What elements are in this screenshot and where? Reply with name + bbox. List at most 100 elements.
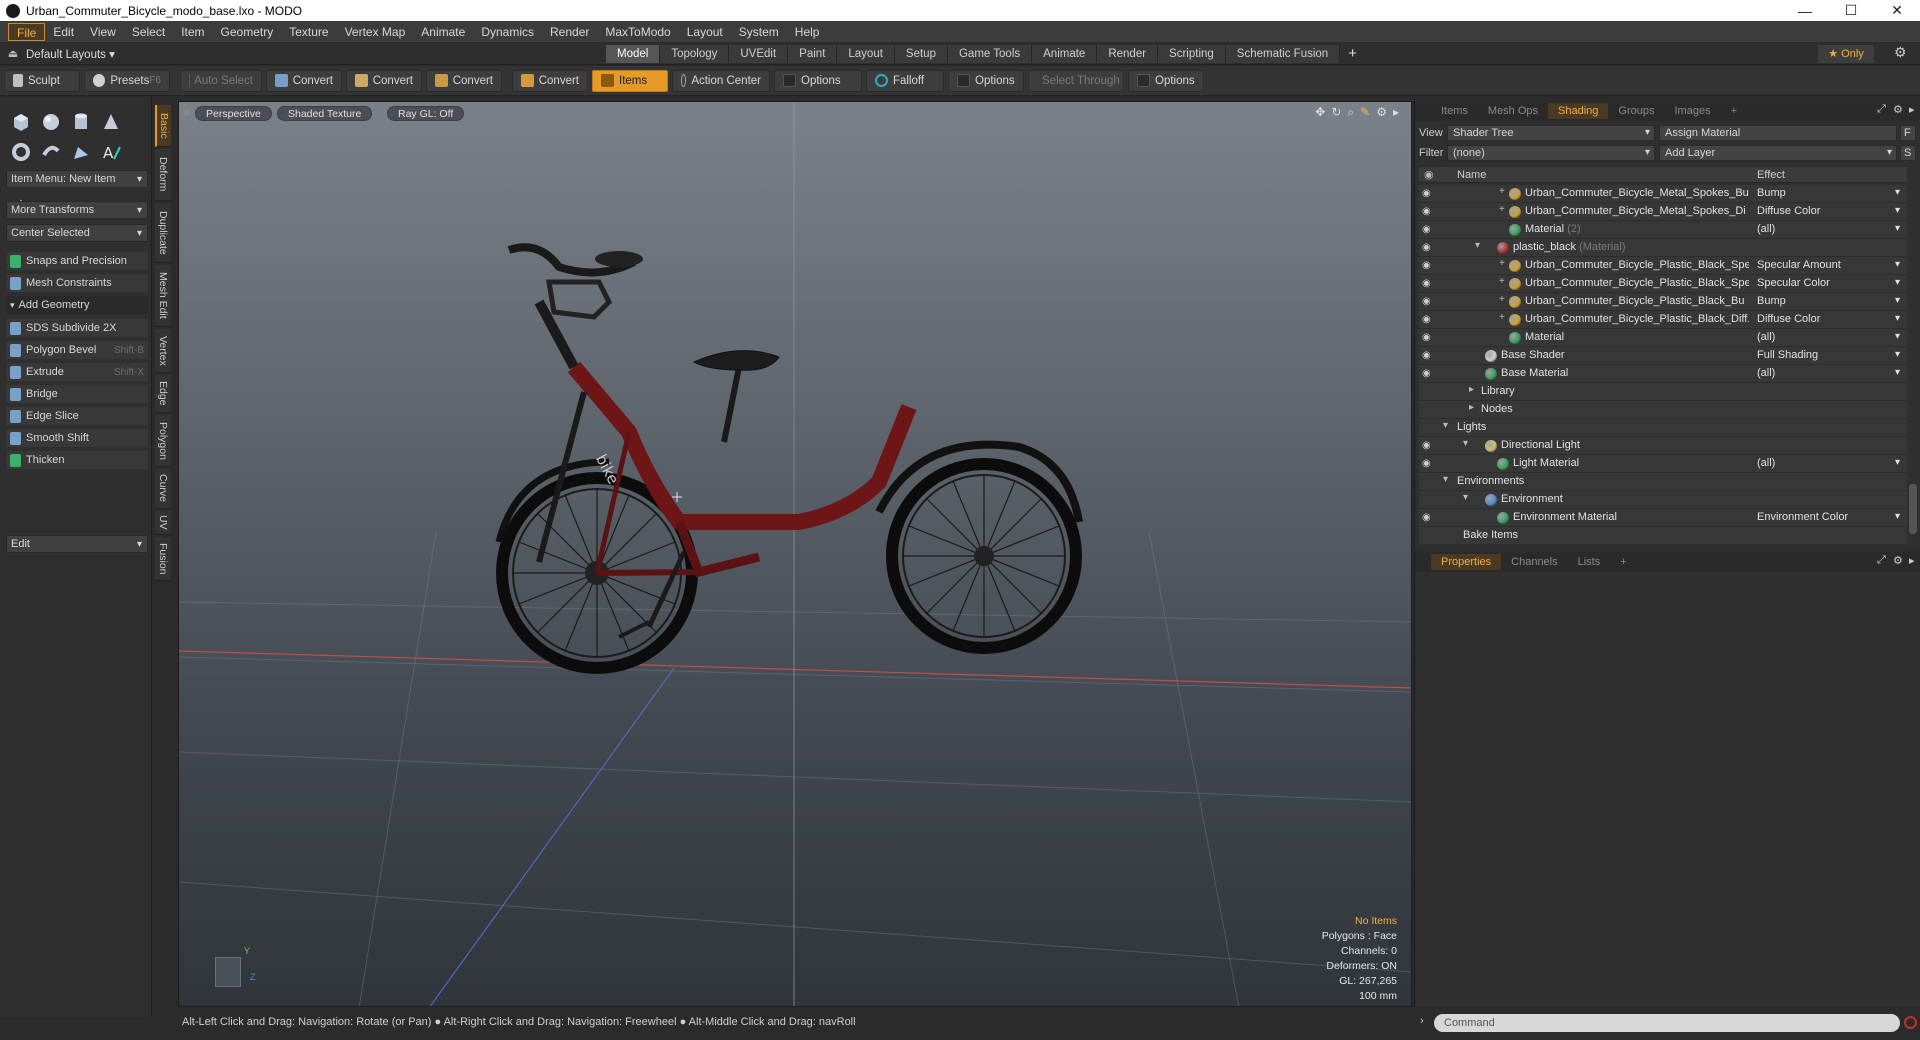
- add-layout-tab-button[interactable]: +: [1348, 45, 1357, 62]
- vtab-duplicate[interactable]: Duplicate: [155, 203, 171, 263]
- effect-dropdown-arrow-icon[interactable]: ▾: [1895, 187, 1900, 198]
- expand-plus-icon[interactable]: +: [1499, 294, 1505, 305]
- menu-layout[interactable]: Layout: [679, 23, 731, 41]
- mesh-constraints-button[interactable]: Mesh Constraints: [6, 274, 148, 292]
- tree-row-effect[interactable]: Bump: [1757, 295, 1897, 307]
- s-button[interactable]: S: [1900, 145, 1916, 161]
- shader-tree-row[interactable]: ◉ Base Material (all) ▾: [1419, 365, 1907, 383]
- shader-tree-row[interactable]: ◉ + Urban_Commuter_Bicycle_Plastic_Black_S…: [1419, 257, 1907, 275]
- minimize-button[interactable]: —: [1782, 0, 1828, 21]
- layout-tab-topology[interactable]: Topology: [660, 44, 730, 63]
- menu-geometry[interactable]: Geometry: [213, 23, 282, 41]
- shader-tree-row[interactable]: ◉ + Urban_Commuter_Bicycle_Plastic_Black_S…: [1419, 275, 1907, 293]
- properties-gear-icon[interactable]: ⚙: [1893, 554, 1903, 567]
- visibility-eye-icon[interactable]: ◉: [1422, 350, 1434, 362]
- menu-render[interactable]: Render: [542, 23, 597, 41]
- filter-dropdown[interactable]: (none): [1447, 145, 1655, 161]
- tree-row-effect[interactable]: Diffuse Color: [1757, 313, 1897, 325]
- auto-select-button[interactable]: Auto Select: [180, 69, 262, 92]
- effect-dropdown-arrow-icon[interactable]: ▾: [1895, 313, 1900, 324]
- presets-button[interactable]: Presets F6: [84, 69, 170, 92]
- shader-tree-row[interactable]: ▾ Environment: [1419, 491, 1907, 509]
- tree-row-effect[interactable]: (all): [1757, 457, 1897, 469]
- maximize-panel-icon[interactable]: ⤢: [1877, 103, 1886, 116]
- menu-dynamics[interactable]: Dynamics: [473, 23, 542, 41]
- default-layouts-dropdown[interactable]: Default Layouts ▾: [26, 47, 606, 61]
- effect-column-header[interactable]: Effect: [1757, 169, 1785, 181]
- sds-subdivide-button[interactable]: SDS Subdivide 2X: [6, 319, 148, 337]
- tree-row-effect[interactable]: Full Shading: [1757, 349, 1897, 361]
- properties-maximize-icon[interactable]: ⤢: [1877, 554, 1886, 567]
- add-tab-button[interactable]: +: [1721, 103, 1747, 119]
- add-properties-tab-button[interactable]: +: [1610, 554, 1636, 570]
- expand-plus-icon[interactable]: +: [1499, 312, 1505, 323]
- effect-dropdown-arrow-icon[interactable]: ▾: [1895, 349, 1900, 360]
- edit-dropdown[interactable]: Edit: [6, 535, 148, 553]
- vtab-deform[interactable]: Deform: [155, 149, 171, 201]
- tree-row-effect[interactable]: Diffuse Color: [1757, 205, 1897, 217]
- expand-plus-icon[interactable]: +: [1499, 258, 1505, 269]
- tab-items[interactable]: Items: [1431, 103, 1478, 119]
- assign-material-button[interactable]: Assign Material: [1659, 125, 1897, 141]
- more-transforms-dropdown-label[interactable]: More Transforms: [6, 201, 148, 219]
- thicken-button[interactable]: Thicken: [6, 451, 148, 469]
- select-through-button[interactable]: Select Through: [1028, 69, 1124, 92]
- layout-tab-animate[interactable]: Animate: [1032, 44, 1098, 63]
- shader-tree-row[interactable]: ▸ Nodes: [1419, 401, 1907, 419]
- text-tool-icon[interactable]: A: [96, 137, 126, 167]
- visibility-eye-icon[interactable]: ◉: [1422, 314, 1434, 326]
- collapse-triangle-icon[interactable]: ▾: [1475, 240, 1480, 251]
- pen-icon[interactable]: [66, 137, 96, 167]
- command-input[interactable]: Command: [1434, 1014, 1900, 1032]
- vtab-basic[interactable]: Basic: [155, 105, 171, 147]
- collapse-triangle-icon[interactable]: ▾: [1463, 492, 1468, 503]
- collapse-triangle-icon[interactable]: ▾: [1463, 438, 1468, 449]
- layout-tab-paint[interactable]: Paint: [788, 44, 838, 63]
- tree-scrollbar[interactable]: [1909, 484, 1917, 534]
- tab-channels[interactable]: Channels: [1501, 554, 1567, 570]
- close-button[interactable]: ✕: [1874, 0, 1920, 21]
- extrude-button[interactable]: Extrude Shift-X: [6, 363, 148, 381]
- visibility-eye-icon[interactable]: ◉: [1422, 332, 1434, 344]
- visibility-eye-icon[interactable]: ◉: [1422, 440, 1434, 452]
- view-dropdown[interactable]: Shader Tree: [1447, 125, 1655, 141]
- select-options-button[interactable]: Options: [1128, 69, 1204, 92]
- menu-edit[interactable]: Edit: [45, 23, 82, 41]
- shader-tree-row[interactable]: ▸ Library: [1419, 383, 1907, 401]
- shader-tree-row[interactable]: ▾ Lights: [1419, 419, 1907, 437]
- center-selected-dropdown[interactable]: Center Selected: [6, 224, 148, 242]
- menu-system[interactable]: System: [731, 23, 787, 41]
- vtab-uv[interactable]: UV: [155, 511, 171, 535]
- layout-menu-icon[interactable]: ⏏: [0, 47, 26, 60]
- tab-mesh-ops[interactable]: Mesh Ops: [1478, 103, 1548, 119]
- shader-tree-row[interactable]: ◉ + Urban_Commuter_Bicycle_Metal_Spokes_Bu…: [1419, 185, 1907, 203]
- visibility-eye-icon[interactable]: ◉: [1422, 458, 1434, 470]
- tab-properties[interactable]: Properties: [1431, 554, 1502, 570]
- name-column-header[interactable]: Name: [1457, 169, 1486, 181]
- tree-row-effect[interactable]: Specular Amount: [1757, 259, 1897, 271]
- shader-tree-row[interactable]: ◉ + Urban_Commuter_Bicycle_Plastic_Black_B…: [1419, 293, 1907, 311]
- tree-row-effect[interactable]: (all): [1757, 331, 1897, 343]
- vtab-fusion[interactable]: Fusion: [155, 537, 171, 581]
- visibility-eye-icon[interactable]: ◉: [1422, 278, 1434, 290]
- menu-texture[interactable]: Texture: [281, 23, 336, 41]
- convert-polygon-button[interactable]: Convert: [426, 69, 502, 92]
- tab-shading[interactable]: Shading: [1548, 103, 1609, 119]
- panel-gear-icon[interactable]: ⚙: [1893, 103, 1903, 116]
- tab-lists[interactable]: Lists: [1568, 554, 1611, 570]
- maximize-button[interactable]: ☐: [1828, 0, 1874, 21]
- layout-tab-schematic-fusion[interactable]: Schematic Fusion: [1225, 44, 1341, 63]
- vtab-vertex[interactable]: Vertex: [155, 329, 171, 373]
- snaps-precision-button[interactable]: Snaps and Precision: [6, 252, 148, 270]
- expand-plus-icon[interactable]: +: [1499, 186, 1505, 197]
- shader-tree-row[interactable]: ◉ Environment Material Environment Color ▾: [1419, 509, 1907, 527]
- collapse-triangle-icon[interactable]: ▾: [1443, 474, 1448, 485]
- menu-maxtomodo[interactable]: MaxToModo: [597, 23, 678, 41]
- edge-slice-button[interactable]: Edge Slice: [6, 407, 148, 425]
- action-center-button[interactable]: Action Center: [672, 69, 770, 92]
- vtab-polygon[interactable]: Polygon: [155, 415, 171, 467]
- cube-icon[interactable]: [6, 107, 36, 137]
- convert-item-button[interactable]: Convert: [512, 69, 588, 92]
- panel-arrow-icon[interactable]: ▸: [1909, 103, 1915, 116]
- effect-dropdown-arrow-icon[interactable]: ▾: [1895, 223, 1900, 234]
